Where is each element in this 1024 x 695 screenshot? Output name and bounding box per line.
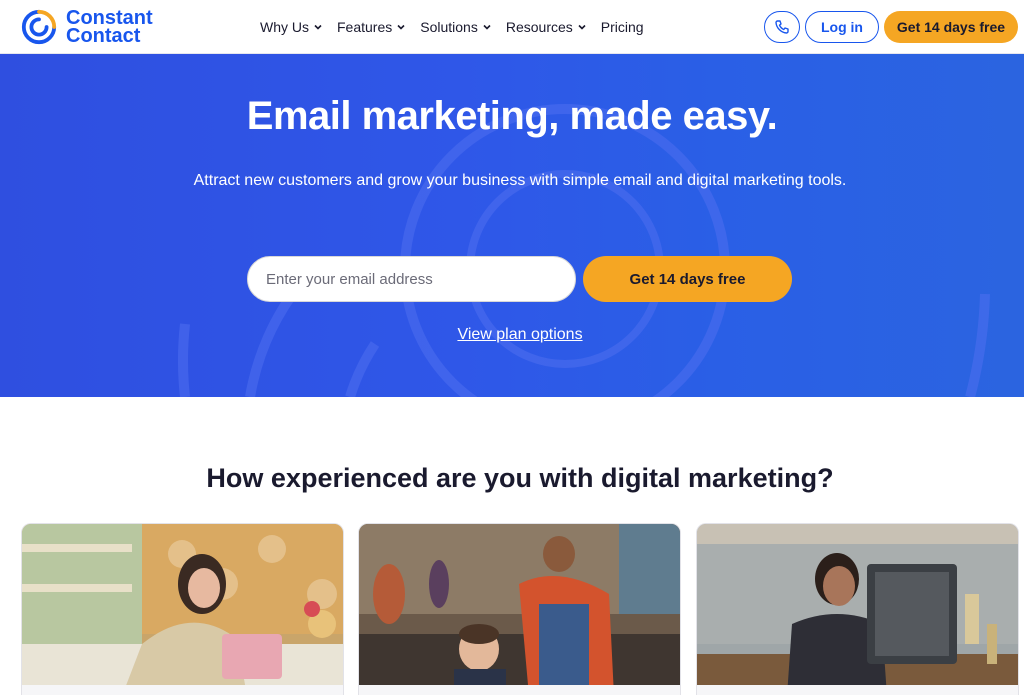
hero-trial-button[interactable]: Get 14 days free: [583, 256, 792, 302]
nav-item-label: Pricing: [600, 19, 644, 35]
brand-name-line2: Contact: [66, 25, 141, 47]
email-input[interactable]: [247, 256, 576, 302]
hero-section: Email marketing, made easy. Attract new …: [0, 54, 1024, 397]
nav-item-label: Resources: [505, 19, 573, 35]
experience-card-intermediate[interactable]: [358, 523, 681, 695]
nav-item-resources[interactable]: Resources: [506, 19, 587, 35]
constant-contact-logo-icon: [21, 9, 57, 45]
experience-card-advanced[interactable]: [696, 523, 1019, 695]
nav-item-features[interactable]: Features: [337, 19, 406, 35]
nav-item-pricing[interactable]: Pricing: [601, 19, 644, 35]
site-header: Constant Contact Why Us Features Solutio…: [0, 0, 1024, 54]
experience-card-beginner[interactable]: [21, 523, 344, 695]
nav-item-solutions[interactable]: Solutions: [420, 19, 492, 35]
section-title: How experienced are you with digital mar…: [206, 463, 834, 493]
hero-subtitle: Attract new customers and grow your busi…: [193, 172, 847, 189]
main-nav: Why Us Features Solutions Resources Pric…: [260, 0, 644, 54]
view-plan-options-link[interactable]: View plan options: [0, 326, 1024, 344]
chevron-down-icon: [314, 24, 322, 30]
barber-cutting-boys-hair-photo: [359, 524, 680, 695]
woman-at-front-desk-computer-photo: [697, 524, 1018, 695]
nav-item-why-us[interactable]: Why Us: [260, 19, 323, 35]
phone-button[interactable]: [764, 11, 800, 43]
phone-icon: [775, 20, 789, 34]
brand-logo[interactable]: Constant Contact: [20, 8, 153, 46]
chevron-down-icon: [483, 24, 491, 30]
card-footer-strip: [359, 685, 680, 695]
chevron-down-icon: [397, 24, 405, 30]
card-footer-strip: [22, 685, 343, 695]
brand-name: Constant Contact: [66, 8, 153, 47]
chevron-down-icon: [578, 24, 586, 30]
header-trial-button[interactable]: Get 14 days free: [884, 11, 1018, 43]
nav-item-label: Solutions: [420, 19, 478, 35]
card-footer-strip: [697, 685, 1018, 695]
woman-at-laptop-in-shop-photo: [22, 524, 343, 695]
hero-title: Email marketing, made easy.: [246, 94, 778, 138]
nav-item-label: Why Us: [260, 19, 309, 35]
nav-item-label: Features: [337, 19, 393, 35]
login-button[interactable]: Log in: [805, 11, 879, 43]
